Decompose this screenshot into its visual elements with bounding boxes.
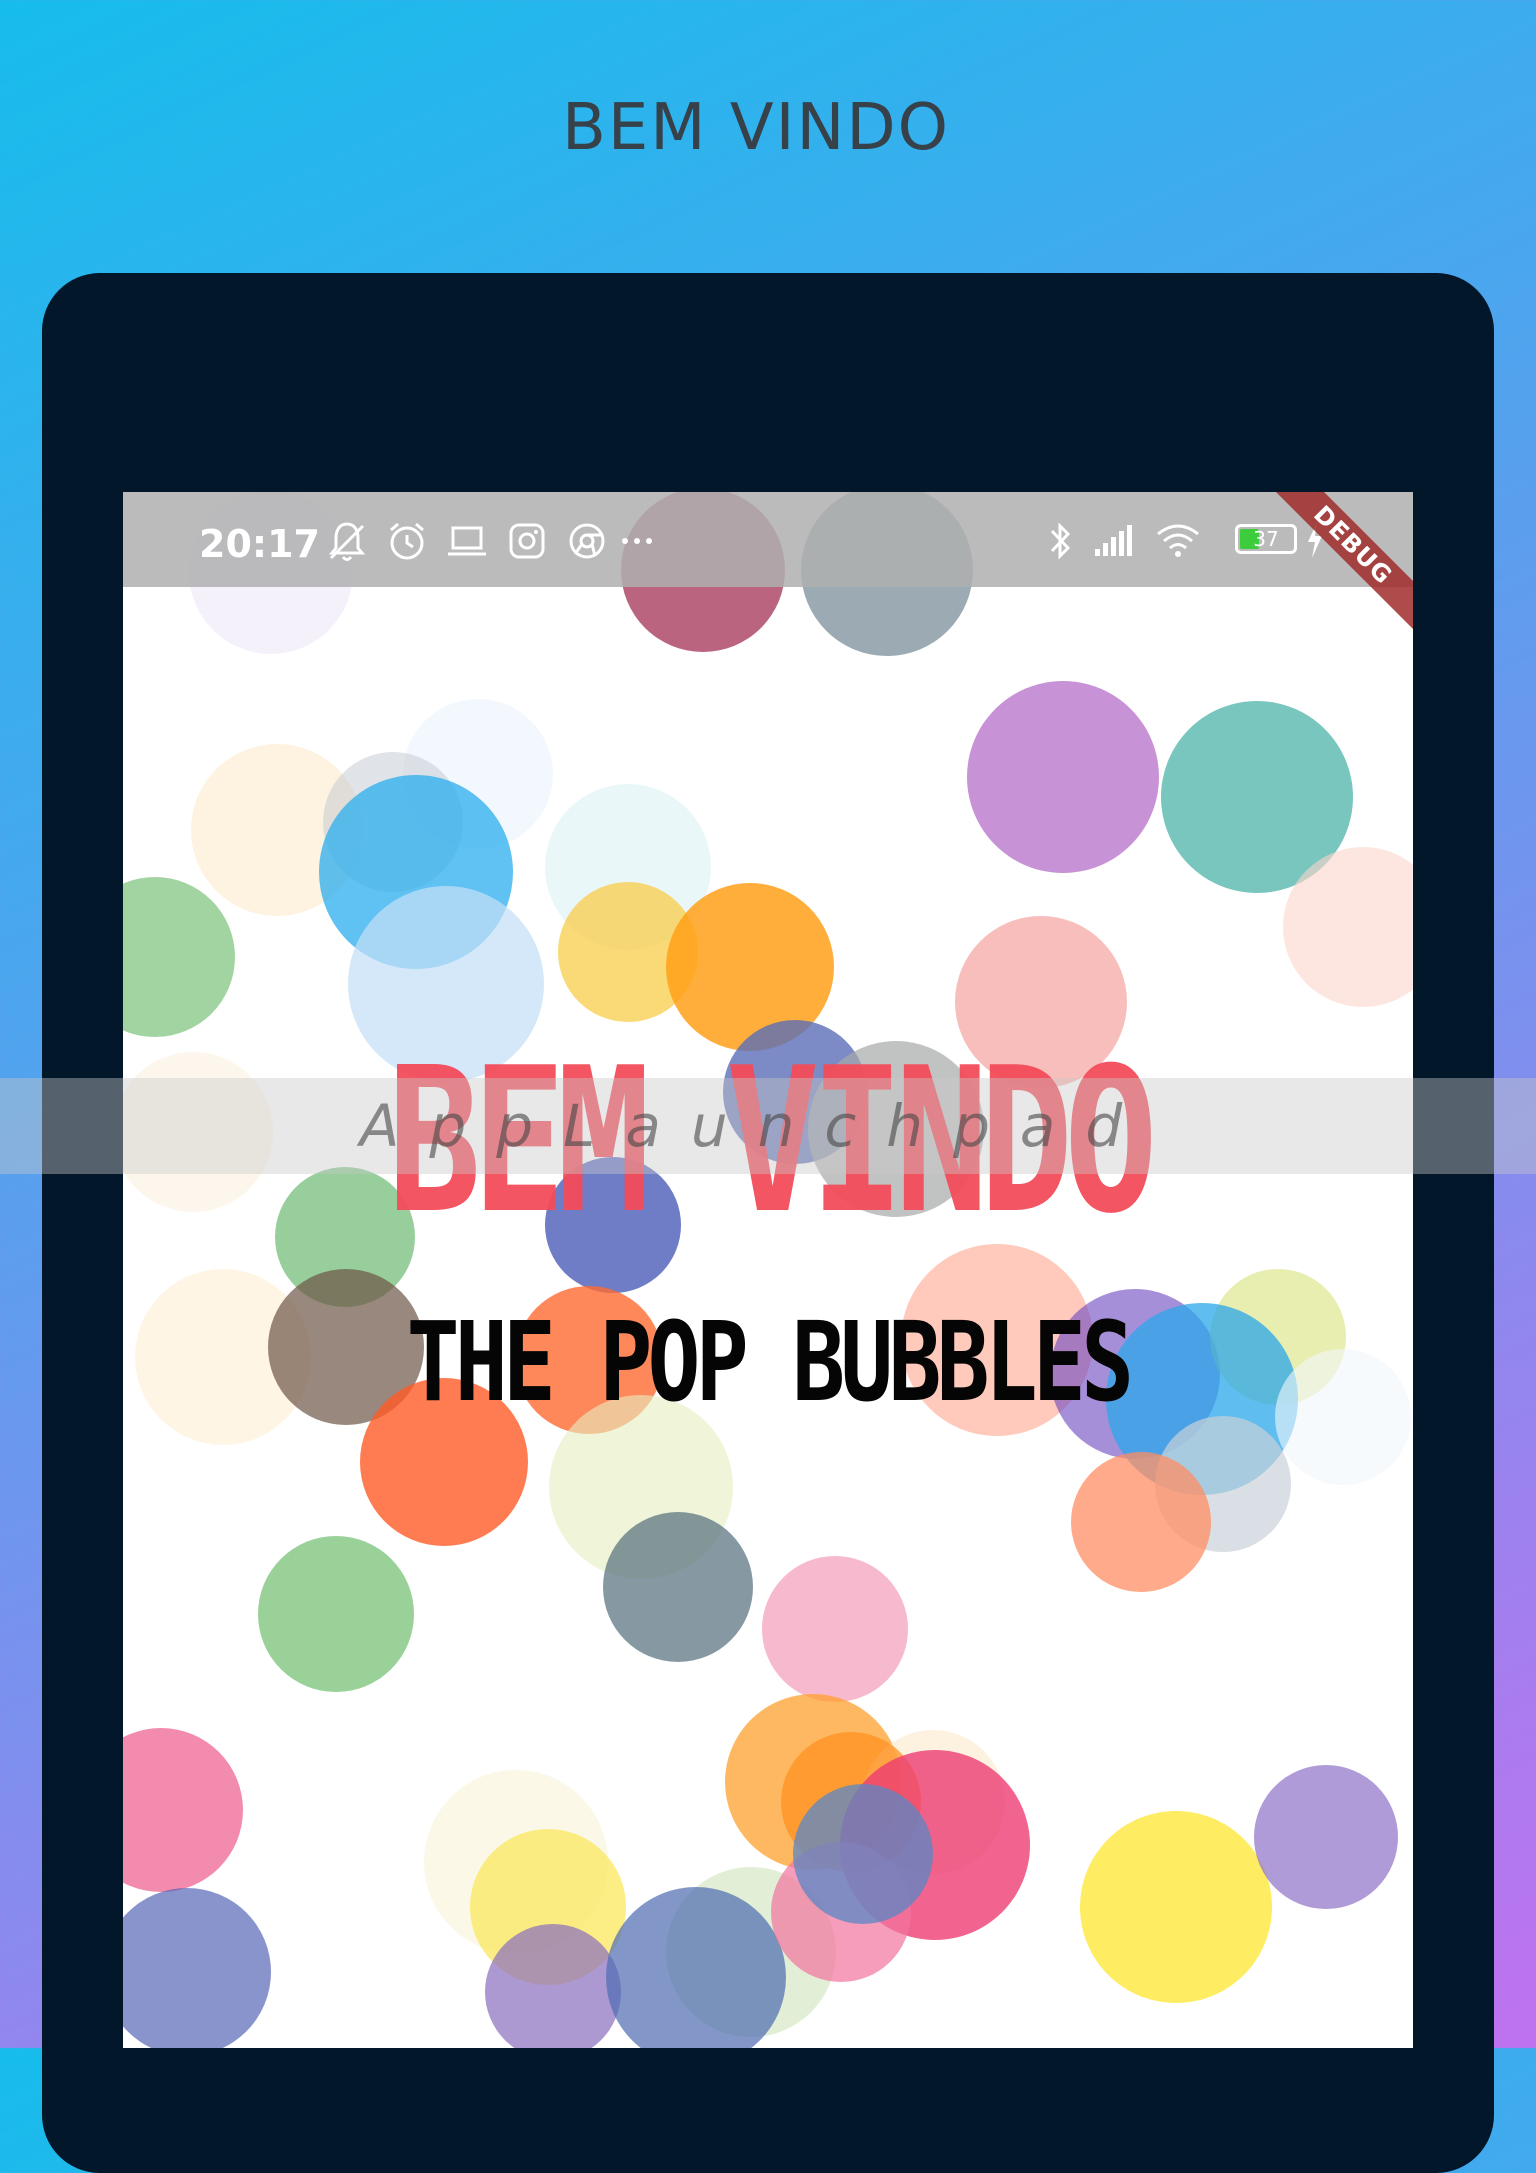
bubble — [123, 877, 235, 1037]
bubble — [1254, 1765, 1398, 1909]
signal-icon — [1095, 525, 1132, 556]
wifi-icon — [1157, 524, 1199, 557]
bubble — [258, 1536, 414, 1692]
bubble — [793, 1784, 933, 1924]
bubble — [123, 1728, 243, 1892]
chrome-icon — [569, 523, 605, 559]
game-subtitle: THE POP BUBBLES — [406, 1298, 1135, 1426]
bubble — [1275, 1349, 1411, 1485]
bubble-field[interactable] — [123, 492, 1413, 2048]
status-time: 20:17 — [199, 522, 320, 566]
battery-indicator: 37 — [1235, 524, 1297, 554]
more-dots-icon — [622, 538, 652, 544]
laptop-icon — [448, 526, 486, 556]
bubble — [762, 1556, 908, 1702]
header-title: BEM VINDO — [561, 91, 951, 165]
bluetooth-icon — [1050, 522, 1071, 560]
bubble — [1080, 1811, 1272, 2003]
instagram-icon — [509, 523, 545, 559]
alarm-clock-icon — [390, 522, 424, 560]
status-bar: 20:17 37 — [123, 492, 1413, 587]
mute-bell-icon — [328, 522, 366, 561]
bubble — [967, 681, 1159, 873]
bubble — [1071, 1452, 1211, 1592]
watermark-band: AppLaunchpad — [0, 1078, 1536, 1174]
app-screen[interactable]: 20:17 37 DEBUG BEM VINDO THE POP BUBBLES — [123, 492, 1413, 2048]
bubble — [123, 1888, 271, 2048]
watermark-text: AppLaunchpad — [359, 1092, 1153, 1160]
battery-level: 37 — [1253, 527, 1279, 551]
bubble — [603, 1512, 753, 1662]
